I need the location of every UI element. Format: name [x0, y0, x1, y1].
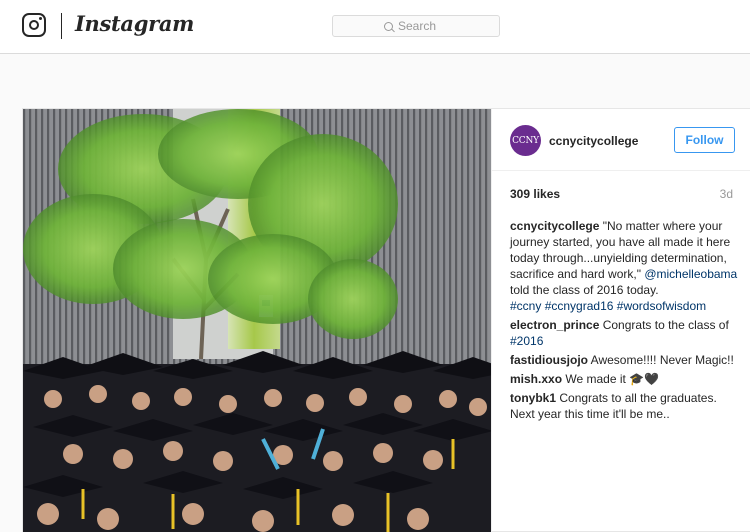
nav-divider — [61, 13, 62, 39]
like-count[interactable]: 309 likes — [510, 187, 560, 201]
caption: ccnycitycollege "No matter where your jo… — [510, 218, 742, 314]
hashtag-link[interactable]: #ccnygrad16 — [545, 299, 614, 313]
comment-text: We made it 🎓🖤 — [565, 372, 660, 386]
comment-author[interactable]: mish.xxo — [510, 372, 562, 386]
post-sidebar: CCNY ccnycitycollege Follow 309 likes 3d… — [491, 109, 750, 532]
hashtag-link[interactable]: #ccny — [510, 299, 541, 313]
search-input[interactable] — [398, 19, 448, 33]
instagram-wordmark[interactable]: Instagram — [75, 11, 194, 36]
avatar[interactable]: CCNY — [510, 125, 541, 156]
top-nav: Instagram — [0, 0, 750, 54]
follow-button[interactable]: Follow — [674, 127, 735, 153]
post-age[interactable]: 3d — [720, 187, 733, 201]
comment-item: fastidiousjojo Awesome!!!! Never Magic!! — [510, 352, 742, 368]
hashtag-link[interactable]: #wordsofwisdom — [617, 299, 706, 313]
instagram-camera-icon[interactable] — [22, 13, 46, 37]
comment-item: electron_prince Congrats to the class of… — [510, 317, 742, 349]
post-author[interactable]: ccnycitycollege — [549, 134, 638, 148]
comment-item: mish.xxo We made it 🎓🖤 — [510, 371, 742, 387]
comment-text: Awesome!!!! Never Magic!! — [590, 353, 734, 367]
post-header: CCNY ccnycitycollege Follow — [492, 109, 750, 171]
comment-item: tonybk1 Congrats to all the graduates. N… — [510, 390, 742, 422]
search-icon — [384, 21, 393, 31]
comment-author[interactable]: electron_prince — [510, 318, 599, 332]
graduation-ceremony-image — [23, 109, 491, 532]
mention-link[interactable]: @michelleobama — [644, 267, 737, 281]
hashtag-link[interactable]: #2016 — [510, 334, 543, 348]
caption-author[interactable]: ccnycitycollege — [510, 219, 599, 233]
comment-text: Congrats to the class of — [602, 318, 729, 332]
post-photo[interactable] — [23, 109, 491, 532]
comment-author[interactable]: fastidiousjojo — [510, 353, 588, 367]
comment-author[interactable]: tonybk1 — [510, 391, 556, 405]
comment-list: ccnycitycollege "No matter where your jo… — [510, 218, 742, 425]
search-box[interactable] — [332, 15, 500, 37]
caption-text-end: told the class of 2016 today. — [510, 283, 659, 297]
post-card: CCNY ccnycitycollege Follow 309 likes 3d… — [22, 108, 750, 532]
